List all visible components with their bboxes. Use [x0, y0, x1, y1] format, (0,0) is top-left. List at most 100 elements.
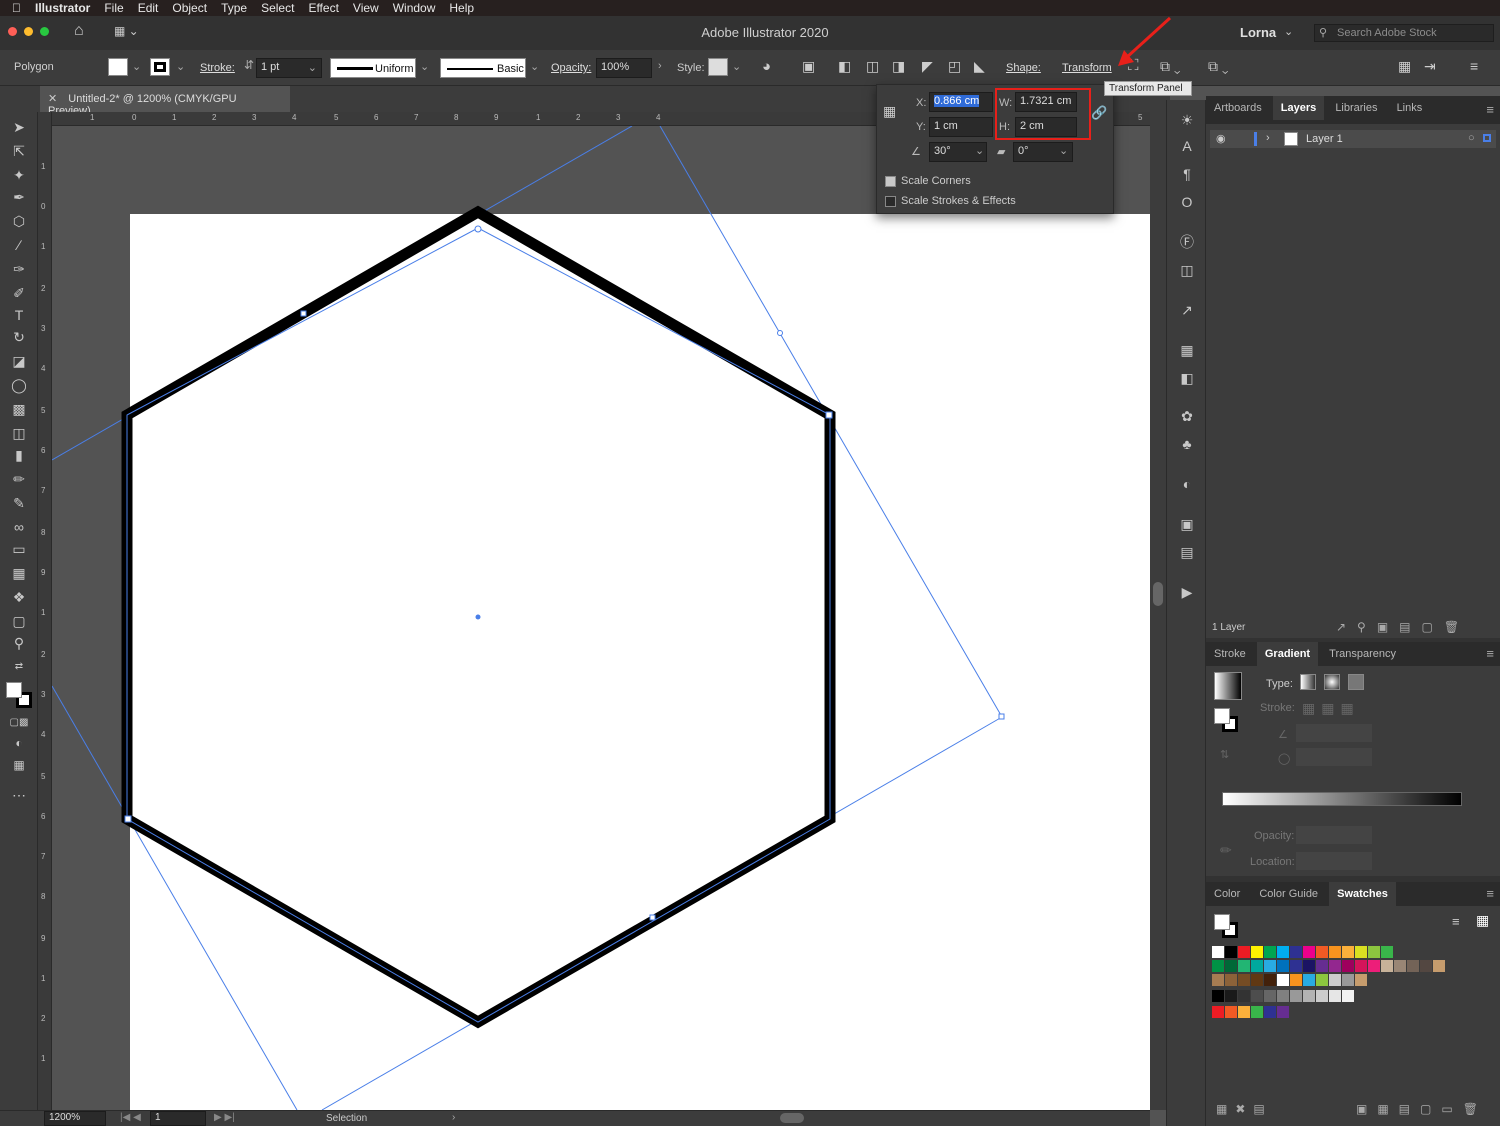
color-swatch[interactable]	[1264, 960, 1276, 972]
tab-transparency[interactable]: Transparency	[1321, 642, 1404, 666]
color-swatch[interactable]	[1225, 1006, 1237, 1018]
align-left-icon[interactable]: ◧	[838, 58, 851, 75]
zoom-field[interactable]: 1200%	[44, 1111, 106, 1126]
color-swatch[interactable]	[1290, 990, 1302, 1002]
color-swatch[interactable]	[1264, 1006, 1276, 1018]
minimize-window-button[interactable]	[24, 27, 33, 36]
swatch-footer-icons[interactable]: ▣▦▤▢▭🗑	[1356, 1102, 1488, 1116]
artboard-tool-icon[interactable]: ▢	[8, 610, 30, 632]
document-tab[interactable]: ✕ Untitled-2* @ 1200% (CMYK/GPU Preview)	[40, 86, 290, 117]
color-swatch[interactable]	[1303, 946, 1315, 958]
selection-tool-icon[interactable]: ➤	[8, 116, 30, 138]
gradient-fill-icon[interactable]	[1214, 708, 1230, 724]
opacity-label[interactable]: Opacity:	[551, 62, 591, 74]
chevron-down-icon[interactable]: ⌄	[132, 60, 141, 73]
apple-icon[interactable]: 	[12, 1, 21, 15]
color-swatch[interactable]	[1225, 990, 1237, 1002]
lasso-icon[interactable]: ◯	[8, 374, 30, 396]
color-swatch[interactable]	[1303, 990, 1315, 1002]
menu-file[interactable]: File	[104, 1, 123, 15]
brush-definition[interactable]: Basic	[440, 58, 526, 78]
chevron-down-icon[interactable]: ⌄	[176, 60, 185, 73]
character-icon[interactable]: A	[1177, 136, 1197, 156]
color-swatch[interactable]	[1316, 974, 1328, 986]
scroll-thumb[interactable]	[1153, 582, 1163, 606]
align-bottom-icon[interactable]: ◣	[974, 58, 985, 75]
color-swatch[interactable]	[1264, 974, 1276, 986]
tab-libraries[interactable]: Libraries	[1327, 96, 1385, 120]
eraser-tool-icon[interactable]: ◪	[8, 350, 30, 372]
chevron-right-icon[interactable]: ›	[452, 1112, 455, 1123]
appearance-icon[interactable]: ☀	[1177, 110, 1197, 130]
color-swatch[interactable]	[1277, 974, 1289, 986]
first-artboard-icon[interactable]: |◀ ◀	[120, 1112, 141, 1123]
color-swatch[interactable]	[1264, 990, 1276, 1002]
color-theme-icon[interactable]: ◐	[1177, 474, 1197, 494]
color-swatch[interactable]	[1251, 946, 1263, 958]
shape-label[interactable]: Shape:	[1006, 62, 1041, 74]
isolate-icon[interactable]: ⧉ ⌄	[1208, 58, 1229, 75]
rotate-tool-icon[interactable]: ↻	[8, 326, 30, 348]
home-icon[interactable]: ⌂	[74, 22, 94, 42]
tab-color-guide[interactable]: Color Guide	[1251, 882, 1326, 906]
line-tool-icon[interactable]: ∕	[8, 234, 30, 256]
stroke-stepper-icon[interactable]: ⇵	[244, 58, 254, 72]
rotation-handle[interactable]	[777, 330, 783, 336]
anchor-point[interactable]	[300, 310, 307, 317]
chevron-down-icon[interactable]: ⌄	[975, 144, 984, 157]
anchor-point[interactable]	[474, 225, 482, 233]
tab-stroke[interactable]: Stroke	[1206, 642, 1254, 666]
transform-link[interactable]: Transform	[1062, 62, 1112, 74]
swatch-fill-icon[interactable]	[1214, 914, 1230, 930]
menu-edit[interactable]: Edit	[138, 1, 159, 15]
anchor-point[interactable]	[649, 914, 656, 921]
paragraph-icon[interactable]: ¶	[1177, 164, 1197, 184]
color-swatch[interactable]	[1329, 960, 1341, 972]
asset-export-icon[interactable]: ▤	[1177, 542, 1197, 562]
x-field[interactable]: 0.866 cm	[929, 92, 993, 112]
color-swatch[interactable]	[1368, 960, 1380, 972]
color-swatch[interactable]	[1212, 946, 1224, 958]
user-name[interactable]: Lorna	[1240, 25, 1276, 40]
chevron-right-icon[interactable]: ›	[658, 60, 662, 72]
bounding-handle[interactable]	[998, 713, 1005, 720]
linear-gradient-button[interactable]	[1300, 674, 1316, 690]
menu-type[interactable]: Type	[221, 1, 247, 15]
color-swatch[interactable]	[1368, 946, 1380, 958]
color-swatch[interactable]	[1251, 960, 1263, 972]
zoom-tool-icon[interactable]: ⚲	[8, 632, 30, 654]
recolor-artwork-icon[interactable]: ◕	[762, 58, 771, 75]
color-swatch[interactable]	[1342, 946, 1354, 958]
zoom-window-button[interactable]	[40, 27, 49, 36]
target-icon[interactable]: ○	[1468, 132, 1475, 144]
export-icon[interactable]: ↗	[1177, 300, 1197, 320]
stroke-label[interactable]: Stroke:	[200, 62, 235, 74]
align-right-icon[interactable]: ◨	[892, 58, 905, 75]
color-swatch[interactable]	[1342, 990, 1354, 1002]
graphic-style-swatch[interactable]	[708, 58, 728, 76]
paragraph-styles-icon[interactable]: ◫	[1177, 260, 1197, 280]
draw-mode-icon[interactable]: ◐	[8, 732, 30, 754]
horizontal-scroll-thumb[interactable]	[780, 1113, 804, 1123]
tab-gradient[interactable]: Gradient	[1256, 642, 1319, 666]
vertical-scrollbar[interactable]	[1150, 112, 1166, 1110]
panel-menu-icon[interactable]: ≡	[1486, 646, 1494, 661]
color-swatch[interactable]	[1238, 960, 1250, 972]
align-icon[interactable]: ◧	[1177, 368, 1197, 388]
color-swatch[interactable]	[1290, 960, 1302, 972]
paintbrush-icon[interactable]: ✑	[8, 258, 30, 280]
color-swatch[interactable]	[1212, 960, 1224, 972]
visibility-eye-icon[interactable]: ◉	[1216, 132, 1226, 145]
color-swatch[interactable]	[1355, 974, 1367, 986]
color-swatch[interactable]	[1238, 974, 1250, 986]
actions-icon[interactable]: ▶	[1177, 582, 1197, 602]
chevron-down-icon[interactable]: ⌄	[1284, 25, 1293, 38]
character-styles-icon[interactable]: Ⓕ	[1177, 232, 1197, 252]
color-swatch[interactable]	[1407, 960, 1419, 972]
close-window-button[interactable]	[8, 27, 17, 36]
chevron-down-icon[interactable]: ⌄	[420, 60, 429, 73]
color-swatch[interactable]	[1264, 946, 1276, 958]
w-field[interactable]: 1.7321 cm	[1015, 92, 1077, 112]
radial-gradient-button[interactable]	[1324, 674, 1340, 690]
menu-window[interactable]: Window	[393, 1, 436, 15]
